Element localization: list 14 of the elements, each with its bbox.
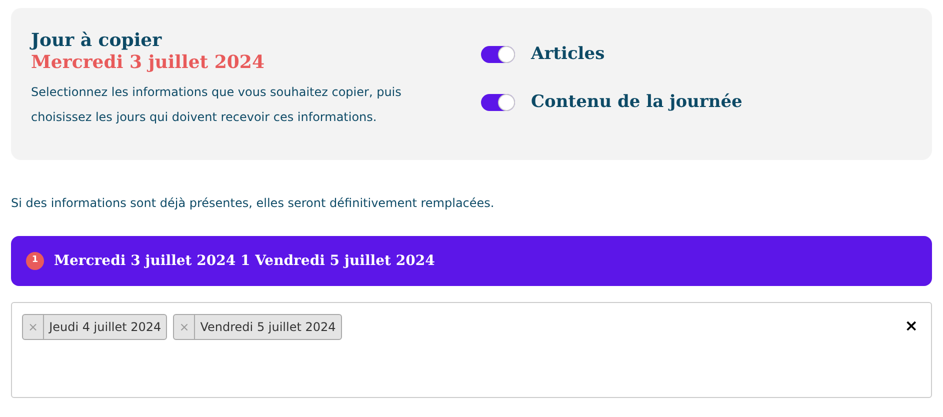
option-label: Articles <box>531 43 605 66</box>
option-label: Contenu de la journée <box>531 90 742 114</box>
date-range-text: Mercredi 3 juillet 2024 1 Vendredi 5 juillet 2024 <box>54 252 435 270</box>
card-title: Jour à copier <box>31 30 163 52</box>
toggle-switch[interactable] <box>481 46 515 64</box>
card-description: Selectionnez les informations que vous souhaitez copier, puis choisissez les jours qui doivent recevoir ces informations. <box>31 84 402 126</box>
warning-text: Si des informations sont déjà présentes, elles seront définitivement remplacées. <box>11 195 496 212</box>
tag-label: Vendredi 5 juillet 2024 <box>199 319 337 336</box>
toggle-switch[interactable] <box>481 94 515 111</box>
tag-label: Jeudi 4 juillet 2024 <box>48 319 162 336</box>
days-select-field[interactable]: × Jeudi 4 juillet 2024 × Vendredi 5 juillet 2024 × <box>11 302 932 398</box>
count-badge: 1 <box>26 252 44 270</box>
source-date: Mercredi 3 juillet 2024 <box>31 52 266 74</box>
clear-button[interactable]: × <box>904 314 918 338</box>
